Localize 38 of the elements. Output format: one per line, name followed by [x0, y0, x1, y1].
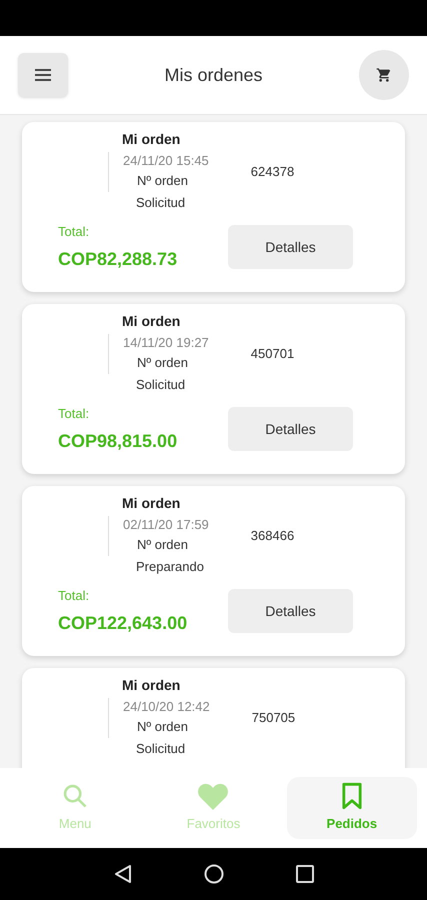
- order-status: Preparando: [136, 558, 205, 576]
- back-icon[interactable]: [114, 864, 132, 884]
- order-number: 450701: [250, 345, 294, 363]
- total-amount: COP98,815.00: [58, 430, 178, 453]
- order-date: 14/11/20 19:27: [123, 334, 209, 352]
- order-number-label: Nº orden: [137, 718, 189, 736]
- home-icon[interactable]: [204, 864, 224, 884]
- recents-icon[interactable]: [296, 865, 314, 883]
- order-number-label: Nº orden: [137, 354, 189, 372]
- total-label: Total:: [58, 223, 90, 241]
- order-number-label: Nº orden: [137, 172, 189, 190]
- heart-icon: [197, 782, 230, 810]
- bookmark-icon: [340, 782, 364, 810]
- menu-icon: [35, 69, 51, 81]
- order-status: Solicitud: [136, 194, 186, 212]
- menu-button[interactable]: [18, 53, 68, 97]
- order-number: 368466: [250, 527, 294, 545]
- order-title: Mi orden: [122, 494, 182, 512]
- page-title: Mis ordenes: [164, 64, 263, 86]
- order-date: 24/11/20 15:45: [123, 152, 209, 170]
- details-button[interactable]: Detalles: [228, 407, 353, 451]
- total-amount: COP122,643.00: [58, 612, 188, 635]
- order-title: Mi orden: [122, 312, 182, 330]
- total-label: Total:: [58, 587, 90, 605]
- details-button[interactable]: Detalles: [228, 225, 353, 269]
- order-status: Solicitud: [136, 376, 186, 394]
- total-amount: COP82,288.73: [58, 248, 178, 271]
- order-number: 750705: [252, 709, 296, 727]
- cart-icon: [376, 67, 392, 83]
- total-label: Total:: [58, 405, 90, 423]
- details-button[interactable]: Detalles: [228, 589, 353, 633]
- order-date: 24/10/20 12:42: [123, 698, 210, 716]
- order-number-label: Nº orden: [137, 536, 189, 554]
- order-title: Mi orden: [122, 676, 182, 694]
- order-title: Mi orden: [122, 130, 182, 148]
- order-number: 624378: [250, 163, 294, 181]
- order-date: 02/11/20 17:59: [123, 516, 209, 534]
- order-status: Solicitud: [136, 740, 186, 758]
